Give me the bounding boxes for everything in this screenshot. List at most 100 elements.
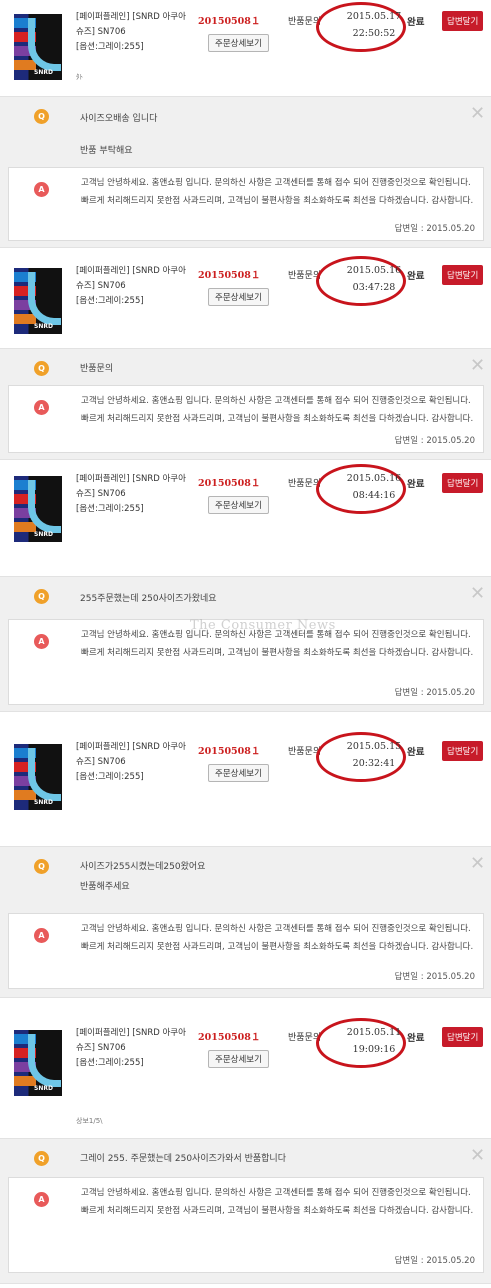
order-number: 20150508１ [198,16,261,27]
answer-badge-icon: A [34,182,49,197]
status-label: 완료 [407,271,425,282]
product-name-line: [페이퍼플레인] [SNRD 아쿠아 [76,742,186,752]
request-date: 2015.05.17 [346,11,402,22]
request-date: 2015.05.16 [346,265,402,276]
answer-date: 답변일 : 2015.05.20 [394,436,475,446]
close-icon[interactable]: ✕ [470,357,485,375]
answer-box: A 고객님 안녕하세요. 홈앤쇼핑 입니다. 문의하신 사항은 고객센터를 통해 … [8,913,484,989]
status-label: 완료 [407,17,425,28]
request-datetime: 2015.05.16 08:44:16 [334,470,414,504]
qa-panel: Q 반품문의 ✕ A 고객님 안녕하세요. 홈앤쇼핑 입니다. 문의하신 사항은 고객센… [0,348,491,460]
qa-panel: Q 사이즈가255시켰는데250왔어요 반품해주세요 ✕ A 고객님 안녕하세요. 홈앤쇼… [0,846,491,998]
status-label: 완료 [407,747,425,758]
product-name[interactable]: [페이퍼플레인] [SNRD 아쿠아슈즈] SN706 [옵션:그레이:255] [76,740,201,785]
answer-text: 고객님 안녕하세요. 홈앤쇼핑 입니다. 문의하신 사항은 고객센터를 통해 접… [81,392,476,428]
answer-text-line: 빠르게 처리해드리지 못한점 사과드리며, 고객님이 불편사항을 최소화하도록 … [81,1206,474,1216]
answer-box: A 고객님 안녕하세요. 홈앤쇼핑 입니다. 문의하신 사항은 고객센터를 통해 … [8,385,484,453]
close-icon[interactable]: ✕ [470,105,485,123]
product-name-line: 슈즈] SN706 [76,27,126,37]
product-name-line: 슈즈] SN706 [76,757,126,767]
close-icon[interactable]: ✕ [470,1147,485,1165]
request-datetime: 2015.05.11 19:09:16 [334,1024,414,1058]
request-time: 22:50:52 [352,28,396,39]
request-date: 2015.05.11 [346,1027,402,1038]
thumbnail-brand-mark: SNRD [34,1085,53,1092]
answer-text: 고객님 안녕하세요. 홈앤쇼핑 입니다. 문의하신 사항은 고객센터를 통해 접… [81,1184,476,1220]
product-name[interactable]: [페이퍼플레인] [SNRD 아쿠아슈즈] SN706 [옵션:그레이:255] [76,10,201,55]
status-label: 완료 [407,1033,425,1044]
order-row: SNRD [페이퍼플레인] [SNRD 아쿠아슈즈] SN706 [옵션:그레이:2… [0,0,491,90]
close-icon[interactable]: ✕ [470,585,485,603]
answer-text-line: 빠르게 처리해드리지 못한점 사과드리며, 고객님이 불편사항을 최소화하도록 … [81,942,474,952]
product-thumbnail[interactable]: SNRD [14,476,62,542]
product-name-line: [옵션:그레이:255] [76,504,144,514]
answer-date: 답변일 : 2015.05.20 [394,224,475,234]
question-text: 사이즈가255시켰는데250왔어요 [80,862,206,872]
reply-button[interactable]: 답변달기 [442,1027,484,1047]
answer-box: A 고객님 안녕하세요. 홈앤쇼핑 입니다. 문의하신 사항은 고객센터를 통해 … [8,167,484,241]
answer-badge-icon: A [34,634,49,649]
request-date: 2015.05.15 [346,741,402,752]
product-thumbnail[interactable]: SNRD [14,268,62,334]
product-thumbnail[interactable]: SNRD [14,14,62,80]
product-name-line: [옵션:그레이:255] [76,1058,144,1068]
order-note: 상보1/5\ [76,1117,103,1125]
answer-badge-icon: A [34,928,49,943]
order-detail-button[interactable]: 주문상세보기 [208,34,269,52]
product-name-line: 슈즈] SN706 [76,1043,126,1053]
status-label: 완료 [407,479,425,490]
answer-text: 고객님 안녕하세요. 홈앤쇼핑 입니다. 문의하신 사항은 고객센터를 통해 접… [81,174,476,210]
answer-box: A 고객님 안녕하세요. 홈앤쇼핑 입니다. 문의하신 사항은 고객센터를 통해 … [8,1177,484,1273]
request-date: 2015.05.16 [346,473,402,484]
order-detail-button[interactable]: 주문상세보기 [208,288,269,306]
answer-date: 답변일 : 2015.05.20 [394,972,475,982]
product-name-line: 슈즈] SN706 [76,281,126,291]
reply-button[interactable]: 답변달기 [442,473,484,493]
product-name[interactable]: [페이퍼플레인] [SNRD 아쿠아 슈즈] SN706 [옵션:그레이:255] [76,1026,201,1071]
order-detail-button[interactable]: 주문상세보기 [208,1050,269,1068]
order-row: SNRD [페이퍼플레인] [SNRD 아쿠아 슈즈] SN706 [옵션:그레이:2… [0,1016,491,1134]
answer-badge-icon: A [34,400,49,415]
request-datetime: 2015.05.16 03:47:28 [334,262,414,296]
answer-text-line: 고객님 안녕하세요. 홈앤쇼핑 입니다. 문의하신 사항은 고객센터를 통해 접… [81,178,471,188]
close-icon[interactable]: ✕ [470,855,485,873]
answer-text-line: 고객님 안녕하세요. 홈앤쇼핑 입니다. 문의하신 사항은 고객센터를 통해 접… [81,924,471,934]
watermark: The Consumer News [190,618,336,633]
order-row: SNRD [페이퍼플레인] [SNRD 아쿠아슈즈] SN706 [옵션:그레이:2… [0,730,491,842]
product-name-line: [옵션:그레이:255] [76,296,144,306]
product-name-line: [옵션:그레이:255] [76,42,144,52]
request-datetime: 2015.05.17 22:50:52 [334,8,414,42]
request-time: 19:09:16 [352,1044,396,1055]
order-detail-button[interactable]: 주문상세보기 [208,496,269,514]
order-detail-button[interactable]: 주문상세보기 [208,764,269,782]
question-text: 사이즈오배송 입니다 [80,114,158,124]
product-name-line: [페이퍼플레인] [SNRD 아쿠아 [76,12,186,22]
reply-button[interactable]: 답변달기 [442,265,484,285]
question-badge-icon: Q [34,1151,49,1166]
answer-date: 답변일 : 2015.05.20 [394,1256,475,1266]
product-name[interactable]: [페이퍼플레인] [SNRD 아쿠아 슈즈] SN706 [옵션:그레이:255] [76,472,201,517]
order-number: 20150508１ [198,478,261,489]
order-number: 20150508１ [198,1032,261,1043]
order-row: SNRD [페이퍼플레인] [SNRD 아쿠아슈즈] SN706 [옵션:그레이:2… [0,254,491,342]
qa-panel: Q 사이즈오배송 입니다 반품 부탁해요 ✕ A 고객님 안녕하세요. 홈앤쇼핑 입니다.… [0,96,491,248]
thumbnail-brand-mark: SNRD [34,799,53,806]
question-text: 반품문의 [80,364,114,374]
answer-text-line: 빠르게 처리해드리지 못한점 사과드리며, 고객님이 불편사항을 최소화하도록 … [81,648,474,658]
product-thumbnail[interactable]: SNRD [14,744,62,810]
question-text: 반품해주세요 [80,882,130,892]
request-time: 20:32:41 [352,758,396,769]
product-name-line: [옵션:그레이:255] [76,772,144,782]
answer-text-line: 고객님 안녕하세요. 홈앤쇼핑 입니다. 문의하신 사항은 고객센터를 통해 접… [81,396,471,406]
product-name-line: [페이퍼플레인] [SNRD 아쿠아 [76,266,186,276]
qa-panel: Q 그레이 255. 주문했는데 250사이즈가와서 반품합니다 ✕ A 고객님 안녕하… [0,1138,491,1284]
product-thumbnail[interactable]: SNRD [14,1030,62,1096]
qa-panel: Q 255주문했는데 250사이즈가왔네요 ✕ A 고객님 안녕하세요. 홈앤쇼핑 입니… [0,576,491,712]
question-text: 255주문했는데 250사이즈가왔네요 [80,594,217,604]
question-text: 반품 부탁해요 [80,146,133,156]
reply-button[interactable]: 답변달기 [442,11,484,31]
product-name[interactable]: [페이퍼플레인] [SNRD 아쿠아슈즈] SN706 [옵션:그레이:255] [76,264,201,309]
answer-text-line: 빠르게 처리해드리지 못한점 사과드리며, 고객님이 불편사항을 최소화하도록 … [81,196,474,206]
reply-button[interactable]: 답변달기 [442,741,484,761]
thumbnail-brand-mark: SNRD [34,69,53,76]
